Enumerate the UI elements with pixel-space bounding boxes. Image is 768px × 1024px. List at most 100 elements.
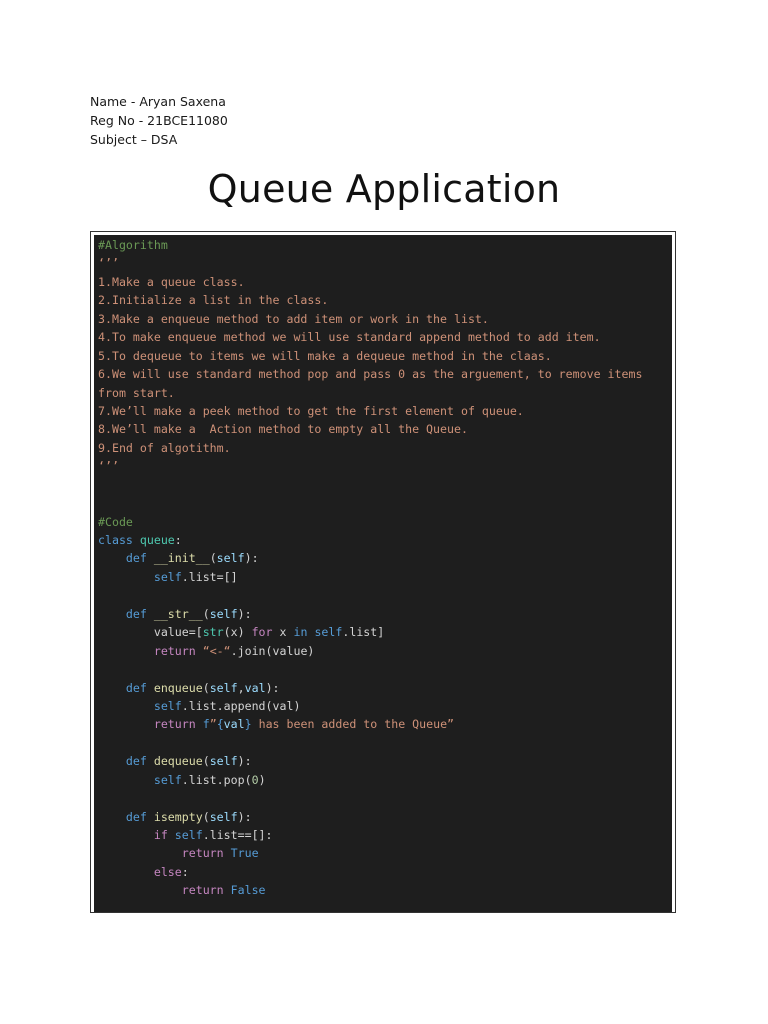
code-token: for (251, 625, 273, 640)
code-token: self (209, 754, 238, 769)
code-line: self.list.append(val) (98, 697, 668, 715)
code-token: self (209, 809, 238, 824)
code-line: return True (98, 844, 668, 862)
code-token: value=[ (98, 625, 203, 640)
code-token: return (181, 883, 224, 898)
code-token: ( (202, 809, 210, 824)
code-line: ‘’’ (98, 457, 668, 475)
code-token: val (244, 680, 266, 695)
code-token: ( (202, 606, 210, 621)
code-token: queue (139, 533, 175, 547)
code-token: ): (237, 606, 252, 621)
code-line: class queue: (98, 531, 668, 549)
code-token: 6.We will use standard method pop and pa… (98, 367, 643, 382)
subject-line: Subject – DSA (90, 132, 178, 147)
code-token: self (209, 680, 238, 695)
code-line: return “<-“.join(value) (98, 642, 668, 660)
code-token: .list.append(val) (181, 698, 301, 713)
code-token: : (181, 864, 189, 879)
code-token: 5.To dequeue to items we will make a deq… (98, 348, 552, 363)
code-token: self (174, 828, 203, 842)
code-line: self.list=[] (98, 568, 668, 586)
code-token: def (125, 754, 154, 769)
code-token: dequeue (153, 754, 203, 769)
code-token: .list.pop( (181, 772, 252, 787)
code-token: .list=[] (181, 569, 238, 584)
code-token: ” (209, 717, 217, 732)
code-token: ) (258, 772, 266, 787)
code-token: ): (237, 754, 252, 769)
code-token: return (181, 846, 224, 861)
code-token: has been added to the Queue” (251, 717, 455, 732)
code-line: #Code (98, 513, 668, 531)
code-block: #Algorithm ‘’’ 1.Make a queue class. 2.Init… (94, 235, 672, 912)
code-token: : (174, 533, 182, 547)
code-line: return False (98, 881, 668, 899)
code-token: .join(value) (230, 643, 315, 658)
code-line: self.list.pop(0) (98, 771, 668, 789)
code-token: self (153, 772, 182, 787)
code-token: def (125, 551, 154, 566)
code-line: 3.Make a enqueue method to add item or w… (98, 310, 668, 328)
code-line: else: (98, 863, 668, 881)
code-token: return (153, 643, 196, 658)
code-listing: #Algorithm ‘’’ 1.Make a queue class. 2.Init… (98, 236, 668, 912)
code-token: 1.Make a queue class. (98, 274, 245, 289)
code-token: ( (209, 551, 217, 566)
code-line: def isempty(self): (98, 808, 668, 826)
code-token: def (125, 606, 154, 621)
code-line: if self.list==[]: (98, 826, 668, 844)
code-line: from start. (98, 384, 668, 402)
code-token: 8.We’ll make a Action method to empty al… (98, 422, 468, 437)
code-line: def enqueue(self,val): (98, 679, 668, 697)
code-token: ): (265, 680, 280, 695)
code-token: __str__ (153, 606, 203, 621)
code-token: if (153, 828, 168, 842)
code-token: } (244, 717, 252, 732)
code-token: 2.Initialize a list in the class. (98, 293, 329, 308)
code-token: self (209, 606, 238, 621)
code-token: 4.To make enqueue method we will use sta… (98, 330, 601, 345)
registration-number: Reg No - 21BCE11080 (90, 113, 228, 128)
code-token: else (153, 864, 182, 879)
code-token: (x) (223, 625, 252, 640)
code-line: return f”{val} has been added to the Que… (98, 715, 668, 733)
code-token: self (153, 569, 182, 584)
code-token: self (153, 698, 182, 713)
code-line: 9.End of algotithm. (98, 439, 668, 457)
code-token: #Code (98, 514, 133, 529)
code-line: ‘’’ (98, 254, 668, 272)
code-token: from start. (98, 385, 175, 400)
code-token: def (125, 680, 154, 695)
code-line: value=[str(x) for x in self.list] (98, 623, 668, 641)
code-token: #Algorithm (98, 238, 168, 252)
code-token: ( (202, 680, 210, 695)
code-line: 5.To dequeue to items we will make a deq… (98, 347, 668, 365)
code-token: self (216, 551, 245, 566)
code-token: isempty (153, 809, 203, 824)
code-token: def (125, 809, 154, 824)
code-token: ): (237, 809, 252, 824)
code-line: def dequeue(self): (98, 752, 668, 770)
code-line: def __str__(self): (98, 605, 668, 623)
